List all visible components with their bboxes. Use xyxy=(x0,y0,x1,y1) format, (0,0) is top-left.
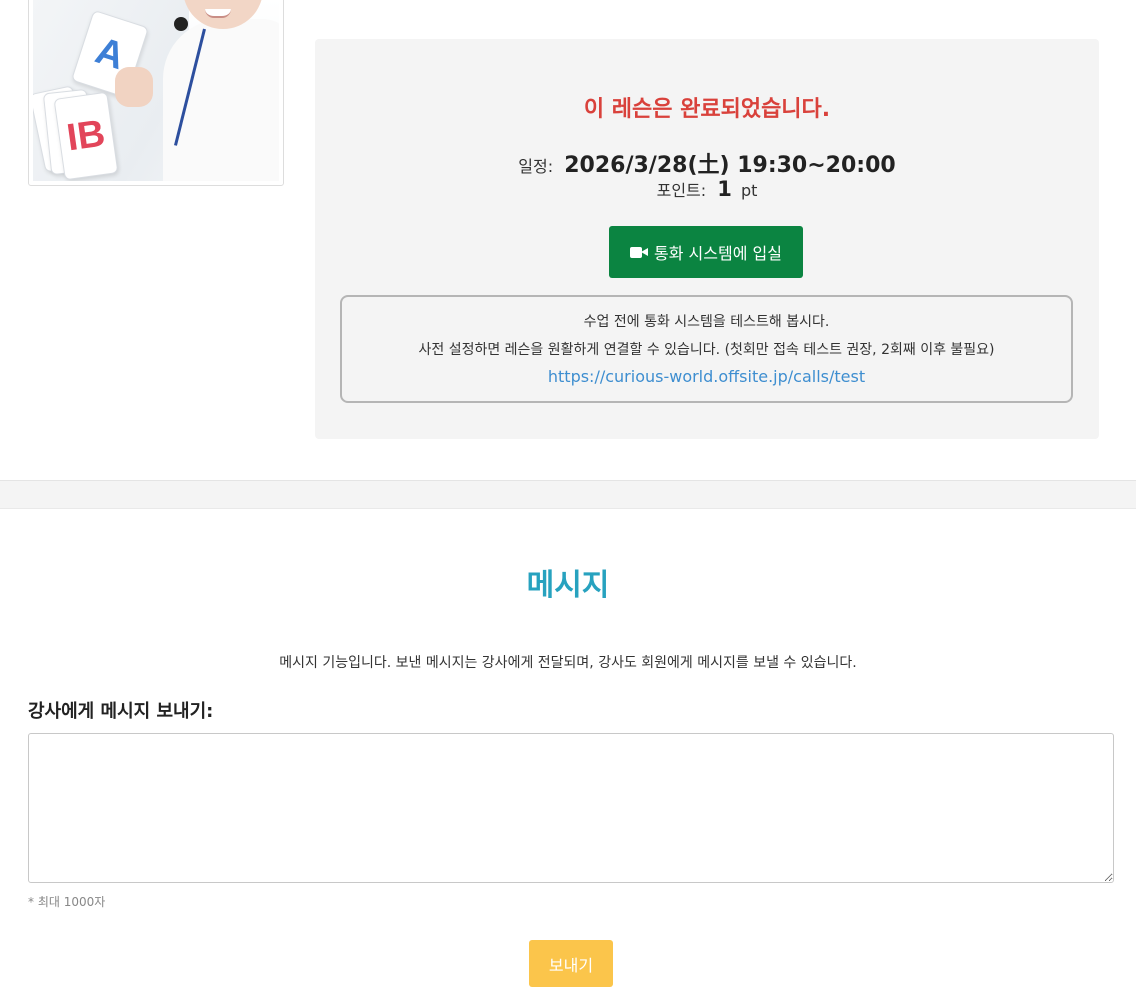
points-value: 1 xyxy=(717,177,732,201)
teacher-photo: A IB xyxy=(28,0,284,186)
letter-card-ib: IB xyxy=(53,91,119,181)
enter-call-button-label: 통화 시스템에 입실 xyxy=(654,244,782,263)
section-separator xyxy=(0,480,1136,509)
message-description: 메시지 기능입니다. 보낸 메시지는 강사에게 전달되며, 강사도 회원에게 메… xyxy=(279,655,857,671)
call-test-line-2: 사전 설정하면 레슨을 원활하게 연결할 수 있습니다. (첫회만 접속 테스트… xyxy=(418,342,995,358)
call-test-link[interactable]: https://curious-world.offsite.jp/calls/t… xyxy=(342,367,1071,386)
send-message-button[interactable]: 보내기 xyxy=(529,940,613,987)
schedule-value: 2026/3/28(土) 19:30~20:00 xyxy=(564,153,896,178)
points-label: 포인트: xyxy=(656,181,707,200)
char-limit-note: * 최대 1000자 xyxy=(28,895,106,909)
lesson-status-text: 이 레슨은 완료되었습니다. xyxy=(583,97,831,122)
message-label: 강사에게 메시지 보내기: xyxy=(28,701,214,722)
points-row: 포인트: 1 pt xyxy=(315,177,1099,201)
lesson-section: A IB 이 레슨은 완료되었습니다. 일정: 2026/3/28(土) 19:… xyxy=(0,0,1136,480)
schedule-label: 일정: xyxy=(518,157,554,176)
video-camera-icon xyxy=(630,246,649,258)
teacher-photo-image: A IB xyxy=(33,0,279,181)
call-test-line-1: 수업 전에 통화 시스템을 테스트해 봅시다. xyxy=(583,314,830,330)
call-test-notice: 수업 전에 통화 시스템을 테스트해 봅시다. 사전 설정하면 레슨을 원활하게… xyxy=(340,295,1073,403)
enter-call-system-button[interactable]: 통화 시스템에 입실 xyxy=(609,226,803,278)
message-section-title: 메시지 xyxy=(526,568,610,603)
schedule-row: 일정: 2026/3/28(土) 19:30~20:00 xyxy=(315,147,1099,179)
message-textarea[interactable] xyxy=(28,733,1114,883)
points-unit: pt xyxy=(740,181,758,200)
lesson-info-panel: 이 레슨은 완료되었습니다. 일정: 2026/3/28(土) 19:30~20… xyxy=(315,39,1099,439)
